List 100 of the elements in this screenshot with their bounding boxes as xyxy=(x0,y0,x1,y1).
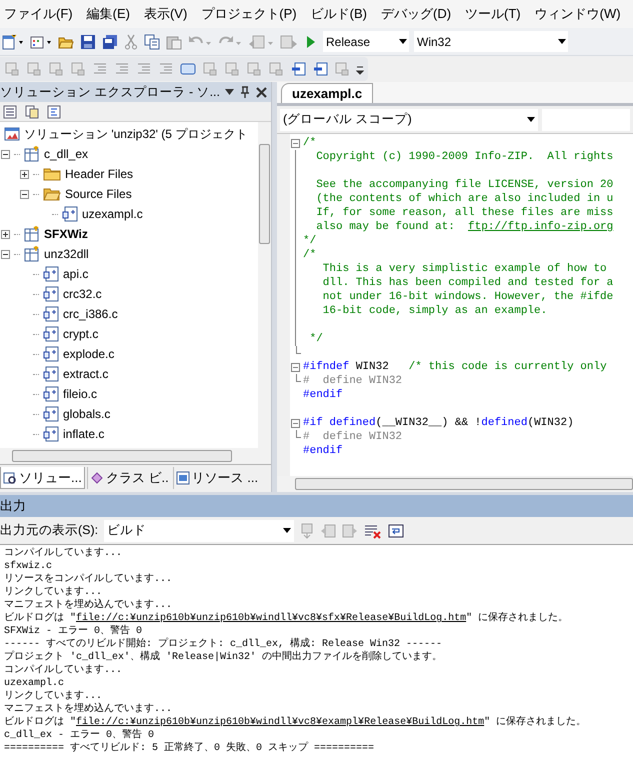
output-text: ビルドログは " xyxy=(4,717,76,728)
tree-item[interactable]: inflate.c xyxy=(63,425,104,443)
output-text: ビルドログは " xyxy=(4,613,76,624)
code-text: */ xyxy=(308,333,323,345)
code-text: #endif xyxy=(303,389,343,401)
start-icon[interactable] xyxy=(304,34,316,50)
code-text: This is a very simplistic example of how to xyxy=(322,263,607,275)
platform-dropdown[interactable]: Win32 xyxy=(414,31,568,52)
save-icon[interactable] xyxy=(80,34,96,50)
tree-item[interactable]: crypt.c xyxy=(63,325,98,343)
output-text: uzexampl.c xyxy=(4,678,64,689)
code-text: #if defined xyxy=(303,417,376,429)
pin-icon[interactable] xyxy=(240,86,250,98)
navigate-backward-icon[interactable] xyxy=(248,34,274,50)
outline-end xyxy=(296,430,300,438)
tree-item[interactable]: uzexampl.c xyxy=(82,205,143,223)
cut-icon[interactable] xyxy=(124,34,138,50)
properties-icon[interactable] xyxy=(3,104,17,118)
menu-item[interactable]: デバッグ(D) xyxy=(380,4,452,24)
copy-icon[interactable] xyxy=(144,34,160,50)
collapse-icon[interactable] xyxy=(20,190,29,198)
output-text: c_dll_ex - エラー 0、警告 0 xyxy=(4,730,154,741)
tree-item[interactable]: globals.c xyxy=(63,405,110,423)
output-source-dropdown[interactable]: ビルド xyxy=(104,520,294,542)
menu-item[interactable]: ファイル(F) xyxy=(4,4,73,24)
menu-item[interactable]: プロジェクト(P) xyxy=(201,4,297,24)
view-code-icon[interactable] xyxy=(47,104,61,118)
code-text: defined xyxy=(481,417,528,429)
menu-item[interactable]: 編集(E) xyxy=(86,4,130,24)
menu-item[interactable]: ビルド(B) xyxy=(310,4,367,24)
save-all-icon[interactable] xyxy=(102,34,118,50)
output-text: " に保存されました。 xyxy=(484,717,586,728)
expand-icon[interactable] xyxy=(20,170,29,178)
dropdown-arrow-icon xyxy=(399,39,407,44)
scope-dropdown[interactable]: (グローバル スコープ) xyxy=(280,108,538,130)
go-to-line-icon[interactable] xyxy=(300,522,314,538)
code-text: If, for some reason, all these files are miss xyxy=(315,207,614,219)
tree-item[interactable]: extract.c xyxy=(63,365,108,383)
tree-item[interactable]: fileio.c xyxy=(63,385,98,403)
output-text: リンクしています... xyxy=(4,587,102,598)
tree-item[interactable]: explode.c xyxy=(63,345,114,363)
output-text: " に保存されました。 xyxy=(466,613,568,624)
tree-item[interactable]: unz32dll xyxy=(44,245,89,263)
dropdown-arrow-icon[interactable] xyxy=(225,89,234,95)
word-wrap-icon[interactable] xyxy=(388,524,404,538)
previous-message-icon[interactable] xyxy=(320,524,336,538)
collapse-icon[interactable] xyxy=(1,250,10,258)
tree-item[interactable]: crc_i386.c xyxy=(63,305,118,323)
link[interactable]: file://c:¥unzip610b¥unzip610b¥windll¥vc8¥exampl¥Release¥BuildLog.htm xyxy=(76,717,484,728)
output-text: リンクしています... xyxy=(4,691,102,702)
tree-item[interactable]: ソリューション 'unzip32' (5 プロジェクト xyxy=(24,125,248,143)
panel-title: 出力 xyxy=(0,497,26,516)
rectangle-icon[interactable] xyxy=(180,61,196,77)
collapse-icon[interactable] xyxy=(1,150,10,158)
project-icon xyxy=(24,226,40,242)
new-project-icon[interactable] xyxy=(2,34,24,50)
dropdown-arrow-icon xyxy=(283,528,292,533)
link[interactable]: ftp://ftp.info-zip.org xyxy=(468,221,614,233)
menu-item[interactable]: ツール(T) xyxy=(465,4,521,24)
code-text: /* xyxy=(303,137,316,149)
close-icon[interactable] xyxy=(256,86,267,98)
editor-tab[interactable]: uzexampl.c xyxy=(281,83,374,103)
link[interactable]: file://c:¥unzip610b¥unzip610b¥windll¥vc8¥sfx¥Release¥BuildLog.htm xyxy=(76,613,466,624)
panel-tab[interactable]: リソース ... xyxy=(172,467,260,489)
output-text: ------ すべてのリビルド開始: プロジェクト: c_dll_ex, 構成: Release Win32 ------ xyxy=(4,639,442,650)
code-text: WIN32 xyxy=(354,361,390,373)
navigate-forward-icon[interactable] xyxy=(280,34,298,50)
configuration-dropdown[interactable]: Release xyxy=(323,31,409,52)
panel-tab[interactable]: ソリュー... xyxy=(0,467,85,489)
scrollbar[interactable] xyxy=(258,122,271,448)
add-item-icon[interactable] xyxy=(30,34,52,50)
code-text: Copyright (c) 1990-2009 Info-ZIP. All rights xyxy=(315,151,614,163)
next-message-icon[interactable] xyxy=(342,524,358,538)
panel-tab[interactable]: クラス ビ.. xyxy=(86,467,171,489)
cpp-file-icon xyxy=(43,386,59,402)
cpp-file-icon xyxy=(43,286,59,302)
tree-item[interactable]: c_dll_ex xyxy=(44,145,88,163)
code-text: /* xyxy=(303,249,316,261)
code-text: #endif xyxy=(303,445,343,457)
tree-item[interactable]: api.c xyxy=(63,265,88,283)
class-view-icon xyxy=(90,471,104,485)
cpp-file-icon xyxy=(43,346,59,362)
show-all-files-icon[interactable] xyxy=(25,104,39,118)
expand-icon[interactable] xyxy=(1,230,10,238)
output-text: マニフェストを埋め込んでいます... xyxy=(4,600,172,611)
output-text: ========== すべてリビルド: 5 正常終了、0 失敗、0 スキップ ========== xyxy=(4,743,374,754)
cpp-file-icon xyxy=(43,306,59,322)
paste-icon[interactable] xyxy=(166,34,182,50)
code-text: also may be found at: xyxy=(315,221,456,233)
cpp-file-icon xyxy=(62,206,78,222)
tree-item[interactable]: SFXWiz xyxy=(44,225,88,243)
tree-item[interactable]: crc32.c xyxy=(63,285,102,303)
tree-item[interactable]: Header Files xyxy=(65,165,134,183)
tree-item[interactable]: Source Files xyxy=(65,185,132,203)
menu-item[interactable]: 表示(V) xyxy=(144,4,188,24)
output-source-label: 出力元の表示(S): xyxy=(0,522,98,540)
project-icon xyxy=(24,146,40,162)
menu-item[interactable]: ウィンドウ(W) xyxy=(534,4,621,24)
clear-all-icon[interactable] xyxy=(364,522,382,538)
code-text: #ifndef xyxy=(303,361,350,373)
